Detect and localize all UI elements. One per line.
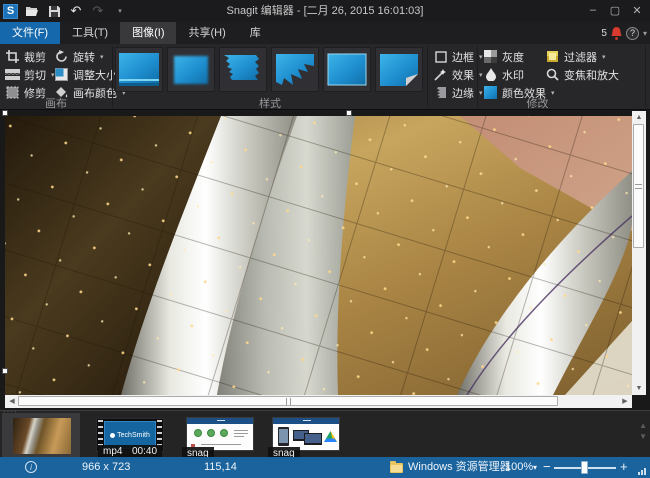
phone-graphic xyxy=(278,427,289,446)
zoom-slider-thumb[interactable] xyxy=(581,461,588,474)
cut-button[interactable]: 剪切▾ xyxy=(5,66,55,83)
ribbon-tabs: 文件(F) 工具(T) 图像(I) 共享(H) 库 xyxy=(0,22,650,44)
page-header xyxy=(187,418,253,424)
zoom-out-button[interactable]: − xyxy=(543,457,551,478)
chevron-down-icon: ▾ xyxy=(479,53,483,61)
green-circle-icon xyxy=(194,429,202,437)
magic-wand-icon xyxy=(433,67,448,82)
watermark-button[interactable]: 水印 xyxy=(483,66,524,83)
cursor-position: 115,14 xyxy=(204,457,237,478)
style-thumb-torn-edge[interactable] xyxy=(219,47,267,92)
style-thumb-plain-border[interactable] xyxy=(323,47,371,92)
minimize-button[interactable]: – xyxy=(582,0,604,20)
window-title: Snagit 编辑器 - [二月 26, 2015 16:01:03] xyxy=(0,0,650,22)
tab-share[interactable]: 共享(H) xyxy=(176,22,237,44)
chevron-down-icon: ▾ xyxy=(479,71,483,79)
crop-button[interactable]: 裁剪 xyxy=(5,48,46,65)
page-header xyxy=(273,418,339,424)
group-label-modify: 修改 xyxy=(430,95,645,108)
scroll-right-icon[interactable]: ▶ xyxy=(620,396,630,407)
border-button[interactable]: 边框▾ xyxy=(433,48,483,65)
rotate-button[interactable]: 旋转▾ xyxy=(54,48,104,65)
rotate-icon xyxy=(54,49,69,64)
current-capture-thumbnail[interactable] xyxy=(13,418,71,454)
tray-scroll-arrows: ▲ ▼ xyxy=(639,422,647,441)
group-label-canvas: 画布 xyxy=(0,95,112,108)
info-icon[interactable]: i xyxy=(25,461,37,473)
close-button[interactable]: ✕ xyxy=(626,0,648,20)
group-divider xyxy=(645,46,646,107)
style-thumb-fade-edge[interactable] xyxy=(167,47,215,92)
tab-tools[interactable]: 工具(T) xyxy=(60,22,120,44)
crop-icon xyxy=(5,49,20,64)
ribbon: 裁剪 剪切▾ 修剪 旋转▾ 调整大小▾ 画布颜色▾ 画布 xyxy=(0,44,650,110)
cut-out-icon xyxy=(5,67,20,82)
tray-item-snag-2[interactable] xyxy=(272,417,340,451)
help-icon[interactable]: ? xyxy=(626,27,639,40)
vertical-scrollbar-thumb[interactable] xyxy=(633,124,644,248)
scroll-down-icon[interactable]: ▼ xyxy=(632,383,646,394)
resize-grip-icon xyxy=(638,468,646,475)
vertical-scrollbar[interactable]: ▲ ▼ xyxy=(632,111,646,395)
styles-gallery xyxy=(115,47,423,92)
border-icon xyxy=(433,49,448,64)
zoom-in-button[interactable]: + xyxy=(620,457,628,478)
status-bar: i 966 x 723 115,14 Windows 资源管理器 100% ▾ … xyxy=(0,457,650,478)
techsmith-logo-icon xyxy=(110,433,115,438)
tray-scroll-up-icon[interactable]: ▲ xyxy=(639,422,647,430)
window-controls: – ▢ ✕ xyxy=(582,0,648,20)
green-circle-icon xyxy=(207,429,215,437)
notification-count: 5 xyxy=(601,28,607,39)
tab-image[interactable]: 图像(I) xyxy=(120,22,176,44)
notification-bell-icon[interactable] xyxy=(611,27,622,40)
chevron-down-icon: ▾ xyxy=(100,53,104,61)
filters-button[interactable]: 过滤器▾ xyxy=(545,48,606,65)
titlebar-side-controls: 5 ? ▾ xyxy=(601,24,647,42)
chevron-down-icon: ▾ xyxy=(602,53,606,61)
filters-icon xyxy=(545,49,560,64)
tray-item-current[interactable] xyxy=(2,413,80,457)
tab-file[interactable]: 文件(F) xyxy=(0,22,60,44)
tray-item-snag-1[interactable] xyxy=(186,417,254,451)
captured-image[interactable] xyxy=(5,116,632,395)
group-divider xyxy=(427,46,428,107)
droplet-icon xyxy=(483,67,498,82)
group-divider xyxy=(112,46,113,107)
help-dropdown-icon[interactable]: ▾ xyxy=(643,29,647,38)
capture-source: Windows 资源管理器 xyxy=(408,457,511,478)
horizontal-scrollbar-thumb[interactable] xyxy=(18,396,558,406)
zoom-level[interactable]: 100% xyxy=(505,457,533,478)
recent-captures-tray: ···· TechSmith mp4 00:40 snag xyxy=(0,410,650,457)
snagit-editor-window: S ↶ ↷ ▾ Snagit 编辑器 - [二月 26, 2015 16:01:… xyxy=(0,0,650,478)
folder-icon xyxy=(390,463,403,473)
scroll-up-icon[interactable]: ▲ xyxy=(632,112,646,123)
selection-handle-top-left[interactable] xyxy=(2,110,8,116)
video-brand: TechSmith xyxy=(117,432,150,439)
monitor-graphic xyxy=(304,433,322,445)
title-bar: S ↶ ↷ ▾ Snagit 编辑器 - [二月 26, 2015 16:01:… xyxy=(0,0,650,22)
resize-icon xyxy=(54,67,69,82)
zoom-dropdown-icon[interactable]: ▾ xyxy=(533,457,537,478)
group-label-styles: 样式 xyxy=(115,95,425,108)
magnifier-icon xyxy=(545,67,560,82)
selection-handle-middle-left[interactable] xyxy=(2,368,8,374)
maximize-button[interactable]: ▢ xyxy=(604,0,626,20)
horizontal-scrollbar[interactable]: ◀ ▶ xyxy=(5,395,632,408)
selection-handle-top-center[interactable] xyxy=(346,110,352,116)
image-dimensions: 966 x 723 xyxy=(82,457,130,478)
grayscale-icon xyxy=(483,49,498,64)
style-thumb-torn-corner[interactable] xyxy=(271,47,319,92)
tab-library[interactable]: 库 xyxy=(238,22,273,44)
green-circle-icon xyxy=(220,429,228,437)
tray-scroll-down-icon[interactable]: ▼ xyxy=(639,433,647,441)
grayscale-button[interactable]: 灰度 xyxy=(483,48,524,65)
zoom-magnify-button[interactable]: 变焦和放大 xyxy=(545,66,619,83)
effects-button[interactable]: 效果▾ xyxy=(433,66,483,83)
google-drive-icon xyxy=(324,431,337,442)
style-thumb-border[interactable] xyxy=(115,47,163,92)
canvas-area[interactable]: ▲ ▼ ◀ ▶ xyxy=(0,110,650,410)
style-thumb-page-curl[interactable] xyxy=(375,47,423,92)
scroll-left-icon[interactable]: ◀ xyxy=(7,396,17,407)
